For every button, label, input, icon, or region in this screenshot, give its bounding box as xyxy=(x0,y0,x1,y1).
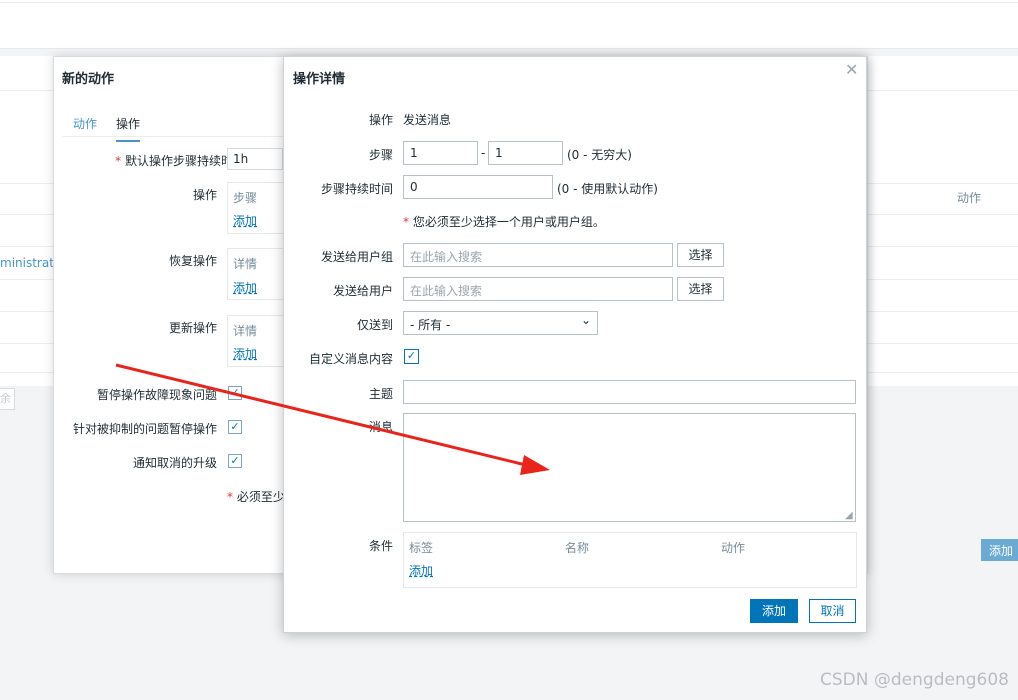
annotation-arrow xyxy=(115,363,550,475)
annotation-arrow-head xyxy=(520,455,550,475)
annotation-arrow-line xyxy=(115,363,531,468)
watermark: CSDN @dengdeng608 xyxy=(820,670,1009,690)
